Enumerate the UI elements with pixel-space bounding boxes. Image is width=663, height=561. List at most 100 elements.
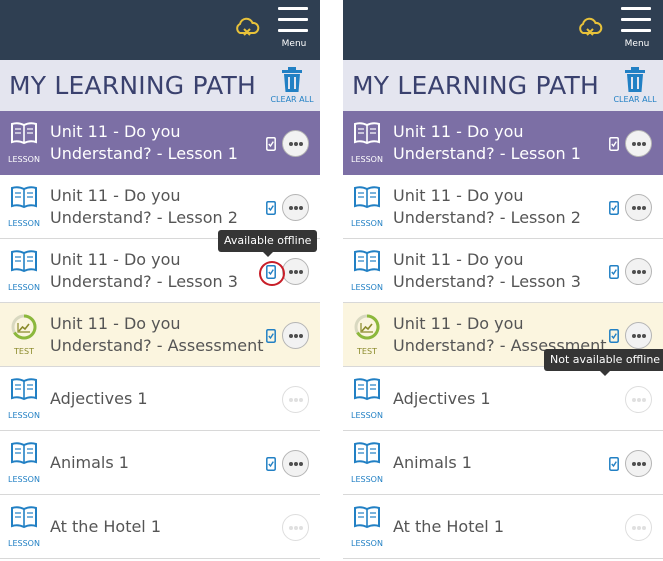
item-type-label: TEST [357,347,377,356]
more-options-button[interactable] [625,194,652,221]
learning-path-panel-left: Menu MY LEARNING PATH CLEAR ALL LESSON Un… [0,0,320,561]
item-title-line2: Understand? - Lesson 1 [50,144,238,163]
book-icon [354,506,380,529]
more-options-button[interactable] [282,258,309,285]
list-item[interactable]: LESSON Unit 11 - Do you Understand? - Less… [343,239,663,303]
clear-all-button[interactable]: CLEAR ALL [266,67,318,107]
item-type-label: LESSON [351,155,383,164]
item-title-line1: Unit 11 - Do you [393,250,524,269]
offline-available-icon[interactable] [266,137,276,151]
item-type-icon: LESSON [351,505,383,551]
book-icon [354,250,380,273]
more-options-button[interactable] [625,450,652,477]
more-dots-icon [632,270,636,274]
item-title-line1: Unit 11 - Do you [50,186,181,205]
menu-button[interactable]: Menu [276,4,312,54]
list-item[interactable]: LESSON Unit 11 - Do you Understand? - Less… [0,111,320,175]
more-options-button[interactable] [625,130,652,157]
item-type-label: LESSON [351,411,383,420]
more-options-button[interactable] [282,450,309,477]
item-title: Unit 11 - Do you Understand? - Lesson 1 [50,121,238,165]
more-dots-icon [289,398,293,402]
item-title-line1: Unit 11 - Do you [50,314,181,333]
book-icon [354,378,380,401]
more-options-button[interactable] [625,322,652,349]
offline-available-icon[interactable] [266,329,276,343]
book-icon [11,250,37,273]
page-title: MY LEARNING PATH [352,71,599,100]
more-options-button[interactable] [282,386,309,413]
more-options-button[interactable] [282,514,309,541]
item-type-label: LESSON [8,539,40,548]
more-dots-icon [289,206,293,210]
more-options-button[interactable] [625,386,652,413]
list-item[interactable]: LESSON At the Hotel 1 [343,495,663,559]
more-dots-icon [632,398,636,402]
learning-path-panel-right: Menu MY LEARNING PATH CLEAR ALL LESSON Un… [343,0,663,561]
offline-available-icon[interactable] [266,457,276,471]
more-dots-icon [289,462,293,466]
book-icon [11,122,37,145]
more-dots-icon [632,526,636,530]
item-type-label: LESSON [8,155,40,164]
item-title-line2: Understand? - Lesson 1 [393,144,581,163]
item-title-line1: Unit 11 - Do you [50,122,181,141]
item-type-icon: LESSON [8,185,40,231]
book-icon [354,442,380,465]
more-options-button[interactable] [282,194,309,221]
book-icon [354,186,380,209]
book-icon [11,186,37,209]
list-item[interactable]: LESSON Adjectives 1 [343,367,663,431]
offline-available-icon[interactable] [266,201,276,215]
item-type-label: TEST [14,347,34,356]
more-options-button[interactable] [282,322,309,349]
item-type-icon: LESSON [351,441,383,487]
offline-available-icon[interactable] [609,201,619,215]
offline-available-icon[interactable] [609,329,619,343]
title-bar: MY LEARNING PATH CLEAR ALL [343,60,663,111]
offline-available-icon[interactable] [609,137,619,151]
book-icon [11,378,37,401]
item-type-icon: LESSON [351,377,383,423]
item-title: Unit 11 - Do you Understand? - Lesson 2 [50,185,238,229]
title-bar: MY LEARNING PATH CLEAR ALL [0,60,320,111]
test-chart-icon [11,314,37,340]
item-title-line2: Understand? - Lesson 3 [50,272,238,291]
top-bar: Menu [0,0,320,60]
item-title: At the Hotel 1 [393,517,505,536]
item-type-label: LESSON [351,283,383,292]
item-type-icon: LESSON [351,121,383,167]
book-icon [354,122,380,145]
offline-available-icon[interactable] [609,457,619,471]
item-title: Animals 1 [393,453,472,472]
offline-available-icon[interactable] [609,265,619,279]
cloud-offline-icon[interactable] [577,16,603,40]
item-type-label: LESSON [351,539,383,548]
item-title: At the Hotel 1 [50,517,162,536]
more-dots-icon [632,334,636,338]
clear-all-label: CLEAR ALL [270,95,314,104]
menu-label: Menu [281,39,307,49]
test-chart-icon [354,314,380,340]
list-item[interactable]: LESSON Unit 11 - Do you Understand? - Less… [343,175,663,239]
item-type-icon: LESSON [8,505,40,551]
more-options-button[interactable] [625,258,652,285]
list-item[interactable]: LESSON Animals 1 [343,431,663,495]
more-options-button[interactable] [625,514,652,541]
list-item[interactable]: TEST Unit 11 - Do you Understand? - Assess… [0,303,320,367]
item-title-line2: Understand? - Assessment [50,336,264,355]
trash-icon [282,67,302,92]
menu-button[interactable]: Menu [619,4,655,54]
list-item[interactable]: LESSON At the Hotel 1 [0,495,320,559]
item-type-label: LESSON [8,475,40,484]
cloud-offline-icon[interactable] [234,16,260,40]
more-options-button[interactable] [282,130,309,157]
list-item[interactable]: LESSON Unit 11 - Do you Understand? - Less… [343,111,663,175]
item-title: Unit 11 - Do you Understand? - Lesson 3 [50,249,238,293]
clear-all-button[interactable]: CLEAR ALL [609,67,661,107]
more-dots-icon [632,462,636,466]
item-type-label: LESSON [351,475,383,484]
list-item[interactable]: LESSON Adjectives 1 [0,367,320,431]
list-item[interactable]: LESSON Animals 1 [0,431,320,495]
more-dots-icon [289,270,293,274]
